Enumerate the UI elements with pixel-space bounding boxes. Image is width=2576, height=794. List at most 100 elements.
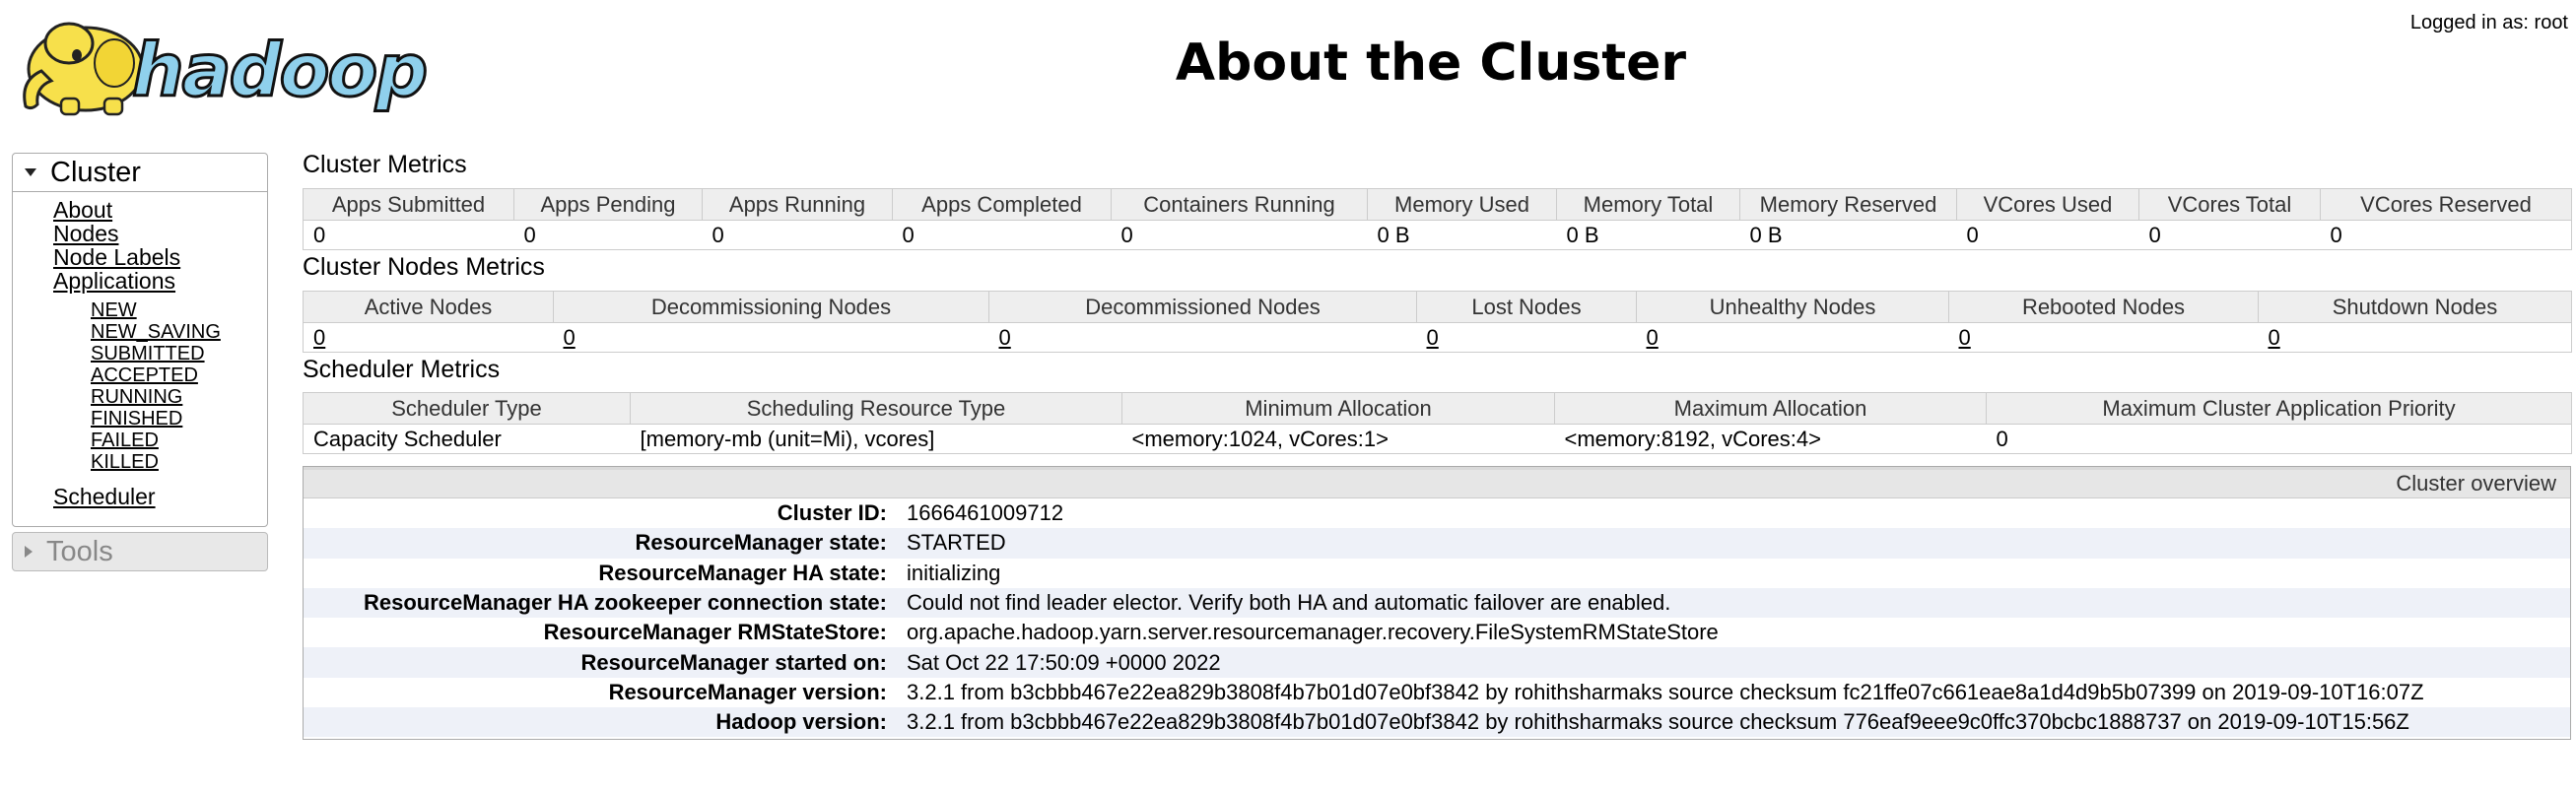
decommissioned-nodes-cell: 0 xyxy=(988,322,1417,353)
overview-row: ResourceManager HA state: initializing xyxy=(304,559,2570,588)
decommissioning-nodes-link[interactable]: 0 xyxy=(564,325,576,350)
nav-cluster-label: Cluster xyxy=(50,156,141,188)
overview-label: ResourceManager HA state: xyxy=(598,560,887,585)
table-cell: 0 xyxy=(2138,220,2321,250)
table-header-row: Scheduler Type Scheduling Resource Type … xyxy=(303,392,2572,425)
nav-app-state-new-saving[interactable]: NEW_SAVING xyxy=(91,321,221,344)
column-header: Memory Total xyxy=(1556,188,1740,221)
nav-app-state-failed[interactable]: FAILED xyxy=(91,430,159,452)
decommissioned-nodes-link[interactable]: 0 xyxy=(999,325,1011,350)
column-header: Memory Used xyxy=(1367,188,1557,221)
overview-value: org.apache.hadoop.yarn.server.resourcema… xyxy=(907,620,1719,645)
table-cell: 0 xyxy=(513,220,703,250)
table-cell: 0 xyxy=(892,220,1112,250)
table-cell: <memory:8192, vCores:4> xyxy=(1554,424,1987,454)
overview-label: Hadoop version: xyxy=(715,709,887,735)
lost-nodes-link[interactable]: 0 xyxy=(1427,325,1439,350)
unhealthy-nodes-link[interactable]: 0 xyxy=(1647,325,1659,350)
overview-value: 3.2.1 from b3cbbb467e22ea829b3808f4b7b01… xyxy=(907,679,2424,704)
nav-app-state-killed[interactable]: KILLED xyxy=(91,451,159,474)
table-cell: 0 B xyxy=(1367,220,1557,250)
column-header: Scheduling Resource Type xyxy=(630,392,1122,425)
nav-cluster-panel: Cluster About Nodes Node Labels Applicat… xyxy=(12,153,268,527)
overview-label: ResourceManager started on: xyxy=(580,649,887,675)
column-header: Maximum Allocation xyxy=(1554,392,1987,425)
rebooted-nodes-cell: 0 xyxy=(1948,322,2259,353)
table-cell: <memory:1024, vCores:1> xyxy=(1121,424,1555,454)
overview-row: ResourceManager HA zookeeper connection … xyxy=(304,587,2570,619)
scheduler-metrics-table: Scheduler Type Scheduling Resource Type … xyxy=(303,392,2572,454)
column-header: Scheduler Type xyxy=(303,392,631,425)
table-cell: 0 xyxy=(303,220,514,250)
column-header: Shutdown Nodes xyxy=(2258,291,2572,323)
overview-value: Could not find leader elector. Verify bo… xyxy=(907,590,1671,616)
overview-label: ResourceManager version: xyxy=(608,679,887,704)
logged-in-user: Logged in as: root xyxy=(2409,12,2568,33)
column-header: Maximum Cluster Application Priority xyxy=(1986,392,2572,425)
page-title: About the Cluster xyxy=(1175,33,1687,93)
overview-value: 3.2.1 from b3cbbb467e22ea829b3808f4b7b01… xyxy=(907,709,2409,735)
column-header: Apps Running xyxy=(702,188,893,221)
active-nodes-link[interactable]: 0 xyxy=(313,325,325,350)
cluster-metrics-table: Apps Submitted Apps Pending Apps Running… xyxy=(303,188,2572,250)
overview-value: STARTED xyxy=(907,530,1006,556)
cluster-overview-header: Cluster overview xyxy=(304,467,2570,498)
shutdown-nodes-link[interactable]: 0 xyxy=(2269,325,2280,350)
lost-nodes-cell: 0 xyxy=(1416,322,1637,353)
nav-app-state-accepted[interactable]: ACCEPTED xyxy=(91,364,198,387)
cluster-overview-panel: Cluster overview Cluster ID: 16664610097… xyxy=(303,466,2571,740)
nav-link-nodes[interactable]: Nodes xyxy=(53,221,118,247)
nav-app-state-running[interactable]: RUNNING xyxy=(91,386,182,409)
overview-label: Cluster ID: xyxy=(777,500,887,526)
column-header: Decommissioning Nodes xyxy=(553,291,989,323)
table-cell: 0 xyxy=(702,220,893,250)
column-header: Memory Reserved xyxy=(1739,188,1957,221)
column-header: VCores Total xyxy=(2138,188,2321,221)
table-cell: 0 xyxy=(1111,220,1368,250)
nav-cluster-header[interactable]: Cluster xyxy=(13,154,267,192)
table-row: 0 0 0 0 0 0 B 0 B 0 B 0 0 0 xyxy=(303,220,2572,250)
overview-label: ResourceManager RMStateStore: xyxy=(543,620,887,645)
column-header: Lost Nodes xyxy=(1416,291,1637,323)
table-cell: 0 xyxy=(1956,220,2139,250)
overview-label: ResourceManager state: xyxy=(635,530,887,556)
rebooted-nodes-link[interactable]: 0 xyxy=(1959,325,1971,350)
shutdown-nodes-cell: 0 xyxy=(2258,322,2572,353)
nav-link-node-labels[interactable]: Node Labels xyxy=(53,244,180,271)
scheduler-metrics-title: Scheduler Metrics xyxy=(303,356,501,383)
nav-app-state-finished[interactable]: FINISHED xyxy=(91,408,182,430)
table-cell: 0 xyxy=(1986,424,2572,454)
nav-link-applications[interactable]: Applications xyxy=(53,268,175,295)
overview-row: Hadoop version: 3.2.1 from b3cbbb467e22e… xyxy=(304,707,2570,738)
overview-row: Cluster ID: 1666461009712 xyxy=(304,498,2570,528)
column-header: Apps Completed xyxy=(892,188,1112,221)
nav-link-scheduler[interactable]: Scheduler xyxy=(53,484,156,510)
nav-tools-label: Tools xyxy=(46,535,113,567)
table-cell: Capacity Scheduler xyxy=(303,424,631,454)
table-header-row: Apps Submitted Apps Pending Apps Running… xyxy=(303,188,2572,221)
column-header: Decommissioned Nodes xyxy=(988,291,1417,323)
overview-row: ResourceManager version: 3.2.1 from b3cb… xyxy=(304,678,2570,707)
table-cell: 0 B xyxy=(1556,220,1740,250)
nav-tools-header[interactable]: Tools xyxy=(12,532,268,571)
table-row: 0 0 0 0 0 0 0 xyxy=(303,322,2572,353)
nav-app-state-new[interactable]: NEW xyxy=(91,299,137,322)
overview-value: 1666461009712 xyxy=(907,500,1064,526)
chevron-down-icon xyxy=(25,168,36,176)
table-cell: 0 xyxy=(2320,220,2572,250)
chevron-right-icon xyxy=(25,546,33,558)
column-header: VCores Used xyxy=(1956,188,2139,221)
overview-label: ResourceManager HA zookeeper connection … xyxy=(364,590,887,616)
unhealthy-nodes-cell: 0 xyxy=(1636,322,1949,353)
column-header: Unhealthy Nodes xyxy=(1636,291,1949,323)
table-cell: 0 B xyxy=(1739,220,1957,250)
table-cell: [memory-mb (unit=Mi), vcores] xyxy=(630,424,1122,454)
column-header: Containers Running xyxy=(1111,188,1368,221)
node-metrics-table: Active Nodes Decommissioning Nodes Decom… xyxy=(303,291,2572,353)
overview-value: Sat Oct 22 17:50:09 +0000 2022 xyxy=(907,649,1221,675)
nav-link-about[interactable]: About xyxy=(53,197,112,224)
column-header: Rebooted Nodes xyxy=(1948,291,2259,323)
column-header: VCores Reserved xyxy=(2320,188,2572,221)
nav-app-state-submitted[interactable]: SUBMITTED xyxy=(91,343,205,365)
overview-row: ResourceManager state: STARTED xyxy=(304,528,2570,559)
